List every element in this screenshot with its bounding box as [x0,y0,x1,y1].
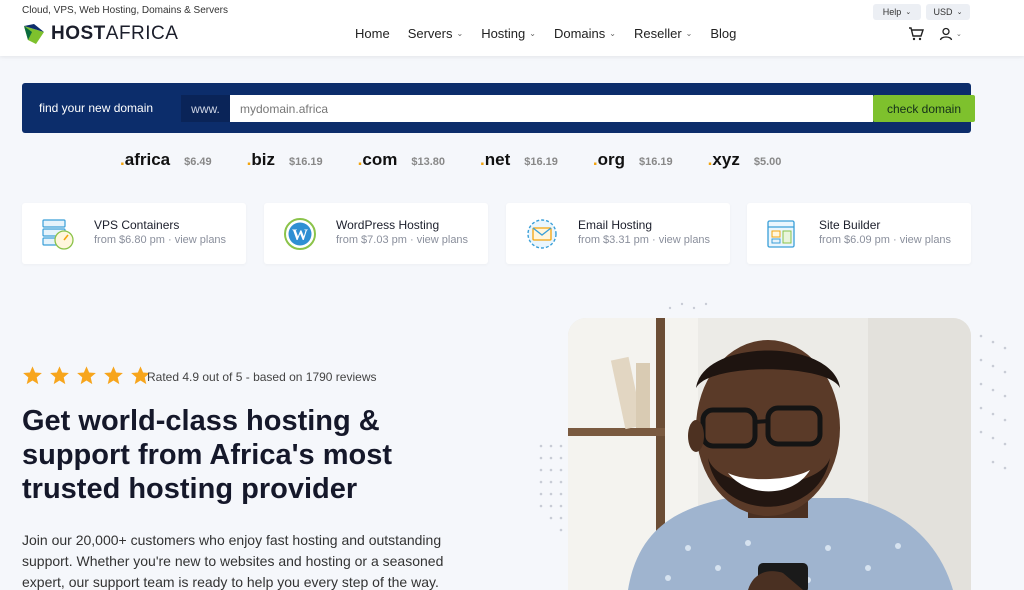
www-prefix: www. [181,95,230,122]
cart-icon[interactable] [908,27,924,41]
logo-mark-icon [24,24,44,44]
rating-text: Rated 4.9 out of 5 - based on 1790 revie… [147,370,377,384]
product-card-email[interactable]: Email Hosting from $3.31 pm · view plans [506,203,730,264]
chevron-down-icon: ⌄ [609,29,616,38]
main-nav: Home Servers ⌄ Hosting ⌄ Domains ⌄ Reseller… [355,26,754,41]
star-icon [77,366,96,385]
dot-pattern [979,334,1007,470]
vps-icon [42,219,74,250]
star-icon [104,366,123,385]
product-card-site-builder[interactable]: Site Builder from $6.09 pm · view plans [747,203,971,264]
card-title: VPS Containers [94,218,180,232]
domain-search-input[interactable] [230,95,873,122]
logo-text: HOSTAFRICA [51,23,179,44]
nav-home[interactable]: Home [355,26,390,41]
nav-servers[interactable]: Servers ⌄ [408,26,464,41]
logo[interactable]: HOSTAFRICA [22,22,178,46]
tld-biz[interactable]: .biz $16.19 [247,150,323,170]
tld-africa[interactable]: .africa $6.49 [120,150,212,170]
smiling-man-photo [568,318,971,590]
chevron-down-icon: ⌄ [685,29,693,38]
wordpress-icon: W [284,218,316,250]
tld-org[interactable]: .org $16.19 [593,150,673,170]
domain-search-label: find your new domain [39,101,154,115]
hero-body: Join our 20,000+ customers who enjoy fas… [22,532,444,590]
user-icon [939,27,953,41]
email-icon [527,219,557,249]
chevron-down-icon: ⌄ [456,29,464,38]
star-icon [23,366,42,385]
help-dropdown[interactable]: Help ⌄ [873,4,921,20]
tagline: Cloud, VPS, Web Hosting, Domains & Serve… [22,5,229,16]
chevron-down-icon: ⌄ [905,9,912,16]
svg-text:W: W [292,227,308,244]
account-menu[interactable]: ⌄ [939,27,962,41]
nav-domains[interactable]: Domains ⌄ [554,26,616,41]
product-card-vps[interactable]: VPS Containers from $6.80 pm · view plan… [22,203,246,264]
tld-price-list: .africa $6.49 .biz $16.19 .com $13.80 .net $… [120,150,816,170]
rating-stars [22,365,157,386]
star-icon [50,366,69,385]
chevron-down-icon: ⌄ [956,9,963,16]
nav-hosting[interactable]: Hosting ⌄ [481,26,536,41]
card-subtitle: from $6.80 pm · view plans [94,234,227,246]
site-header: Cloud, VPS, Web Hosting, Domains & Serve… [0,0,1024,56]
hero-photo [568,318,971,590]
card-title: Email Hosting [578,218,653,232]
card-title: Site Builder [819,218,881,232]
card-subtitle: from $3.31 pm · view plans [578,234,711,246]
card-subtitle: from $6.09 pm · view plans [819,234,952,246]
check-domain-button[interactable]: check domain [873,95,975,122]
chevron-down-icon: ⌄ [529,29,536,38]
nav-reseller[interactable]: Reseller ⌄ [634,26,692,41]
tld-xyz[interactable]: .xyz $5.00 [708,150,782,170]
domain-search-bar: find your new domain www. check domain [22,83,975,133]
product-card-wordpress[interactable]: W WordPress Hosting from $7.03 pm · view… [264,203,488,264]
site-builder-icon [767,220,795,248]
hero-headline: Get world-class hosting & support from A… [22,405,392,505]
currency-dropdown[interactable]: USD ⌄ [926,4,970,20]
card-subtitle: from $7.03 pm · view plans [336,234,469,246]
nav-blog[interactable]: Blog [710,26,736,41]
chevron-down-icon: ⌄ [956,31,962,38]
tld-com[interactable]: .com $13.80 [358,150,445,170]
card-title: WordPress Hosting [336,218,440,232]
dot-pattern [668,302,708,310]
tld-net[interactable]: .net $16.19 [480,150,558,170]
